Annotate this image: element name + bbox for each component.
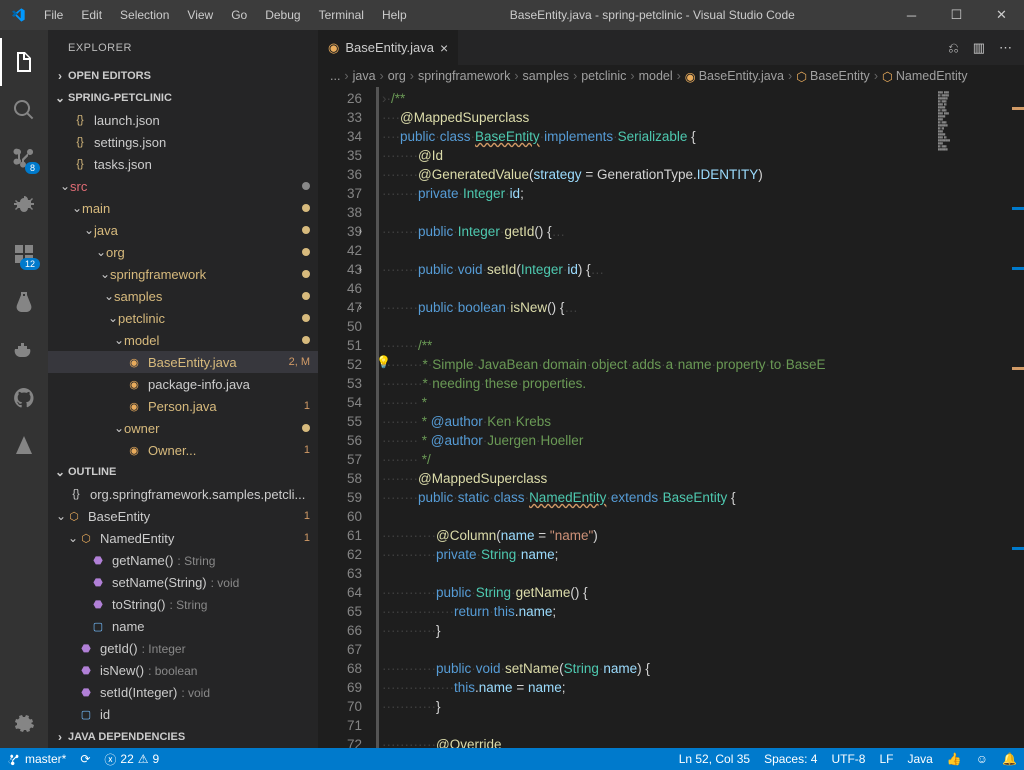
outline-package[interactable]: {}org.springframework.samples.petcli... [48, 483, 318, 505]
thumbs-icon[interactable]: 👍 [940, 748, 969, 770]
outline-getid[interactable]: ⬣getId(): Integer [48, 637, 318, 659]
maximize-button[interactable]: ☐ [934, 0, 979, 30]
editor: ◉ BaseEntity.java × ⎌ ▥ ⋯ ...› java› org… [318, 30, 1024, 748]
tree-folder-model[interactable]: ⌄model [48, 329, 318, 351]
tree-folder-samples[interactable]: ⌄samples [48, 285, 318, 307]
outline-name-field[interactable]: ▢name [48, 615, 318, 637]
docker-icon[interactable] [0, 326, 48, 374]
vscode-icon [0, 7, 35, 23]
tree-file-person[interactable]: ◉Person.java1 [48, 395, 318, 417]
explorer-title: EXPLORER [48, 30, 318, 65]
debug-icon[interactable] [0, 182, 48, 230]
menu-debug[interactable]: Debug [256, 8, 309, 22]
minimize-button[interactable]: ─ [889, 0, 934, 30]
activitybar: 8 12 [0, 30, 48, 748]
more-icon[interactable]: ⋯ [999, 40, 1012, 56]
tree-folder-org[interactable]: ⌄org [48, 241, 318, 263]
window-controls: ─ ☐ ✕ [889, 0, 1024, 30]
tree-file-truncated[interactable]: ◉Owner...1 [48, 439, 318, 461]
language[interactable]: Java [900, 748, 939, 770]
tree-folder-petclinic[interactable]: ⌄petclinic [48, 307, 318, 329]
tabs: ◉ BaseEntity.java × ⎌ ▥ ⋯ [318, 30, 1024, 65]
tree-folder-owner[interactable]: ⌄owner [48, 417, 318, 439]
breadcrumbs[interactable]: ...› java› org› springframework› samples… [318, 65, 1024, 87]
outline-setname[interactable]: ⬣setName(String): void [48, 571, 318, 593]
tree-folder-src[interactable]: ⌄src [48, 175, 318, 197]
tab-baseentity[interactable]: ◉ BaseEntity.java × [318, 30, 459, 65]
test-icon[interactable] [0, 278, 48, 326]
open-editors-section[interactable]: ›OPEN EDITORS [48, 65, 318, 87]
scm-icon[interactable]: 8 [0, 134, 48, 182]
tree-file-tasks[interactable]: {}tasks.json [48, 153, 318, 175]
lightbulb-icon[interactable]: 💡 [376, 355, 391, 369]
minimap[interactable]: ████ ██████ ████████████████ ████████ ██… [934, 87, 1024, 748]
sidebar: EXPLORER ›OPEN EDITORS ⌄SPRING-PETCLINIC… [48, 30, 318, 748]
file-tree: {}launch.json {}settings.json {}tasks.js… [48, 109, 318, 461]
tree-folder-java[interactable]: ⌄java [48, 219, 318, 241]
code-content[interactable]: ›·/**····@MappedSuperclass····public·cla… [376, 87, 934, 748]
menu-file[interactable]: File [35, 8, 72, 22]
tree-folder-main[interactable]: ⌄main [48, 197, 318, 219]
menu-selection[interactable]: Selection [111, 8, 178, 22]
statusbar: master* ⟳ ⓧ 22 ⚠ 9 Ln 52, Col 35 Spaces:… [0, 748, 1024, 770]
menu-go[interactable]: Go [222, 8, 256, 22]
outline-tree: {}org.springframework.samples.petcli... … [48, 483, 318, 725]
menu-help[interactable]: Help [373, 8, 416, 22]
window-title: BaseEntity.java - spring-petclinic - Vis… [416, 8, 889, 22]
eol[interactable]: LF [872, 748, 900, 770]
tree-file-baseentity[interactable]: ◉BaseEntity.java2, M [48, 351, 318, 373]
outline-section[interactable]: ⌄OUTLINE [48, 461, 318, 483]
outline-getname[interactable]: ⬣getName(): String [48, 549, 318, 571]
close-button[interactable]: ✕ [979, 0, 1024, 30]
sync-icon[interactable]: ⟳ [73, 748, 97, 770]
feedback-icon[interactable]: ☺ [969, 748, 995, 770]
java-deps-section[interactable]: ›JAVA DEPENDENCIES [48, 726, 318, 748]
editor-actions: ⎌ ▥ ⋯ [936, 30, 1024, 65]
menubar: File Edit Selection View Go Debug Termin… [35, 8, 416, 22]
outline-id-field[interactable]: ▢id [48, 703, 318, 725]
extensions-icon[interactable]: 12 [0, 230, 48, 278]
line-numbers: 2633343536373839›4243›4647›5051525354555… [318, 87, 376, 748]
cursor-position[interactable]: Ln 52, Col 35 [672, 748, 757, 770]
search-icon[interactable] [0, 86, 48, 134]
bell-icon[interactable]: 🔔 [995, 748, 1024, 770]
split-icon[interactable]: ▥ [973, 40, 985, 56]
problems[interactable]: ⓧ 22 ⚠ 9 [97, 748, 166, 770]
tree-file-settings[interactable]: {}settings.json [48, 131, 318, 153]
outline-namedentity[interactable]: ⌄⬡NamedEntity1 [48, 527, 318, 549]
tree-file-launch[interactable]: {}launch.json [48, 109, 318, 131]
outline-isnew[interactable]: ⬣isNew(): boolean [48, 659, 318, 681]
java-icon: ◉ [328, 40, 339, 56]
explorer-icon[interactable] [0, 38, 48, 86]
github-icon[interactable] [0, 374, 48, 422]
outline-tostring[interactable]: ⬣toString(): String [48, 593, 318, 615]
project-section[interactable]: ⌄SPRING-PETCLINIC [48, 87, 318, 109]
close-tab-icon[interactable]: × [440, 40, 448, 56]
outline-setid[interactable]: ⬣setId(Integer): void [48, 681, 318, 703]
settings-icon[interactable] [0, 700, 48, 748]
menu-view[interactable]: View [178, 8, 222, 22]
menu-terminal[interactable]: Terminal [310, 8, 373, 22]
azure-icon[interactable] [0, 422, 48, 470]
outline-baseentity[interactable]: ⌄⬡BaseEntity1 [48, 505, 318, 527]
indentation[interactable]: Spaces: 4 [757, 748, 824, 770]
compare-icon[interactable]: ⎌ [948, 40, 958, 56]
tree-folder-springframework[interactable]: ⌄springframework [48, 263, 318, 285]
menu-edit[interactable]: Edit [72, 8, 111, 22]
git-branch[interactable]: master* [0, 748, 73, 770]
titlebar: File Edit Selection View Go Debug Termin… [0, 0, 1024, 30]
tree-file-packageinfo[interactable]: ◉package-info.java [48, 373, 318, 395]
encoding[interactable]: UTF-8 [824, 748, 872, 770]
